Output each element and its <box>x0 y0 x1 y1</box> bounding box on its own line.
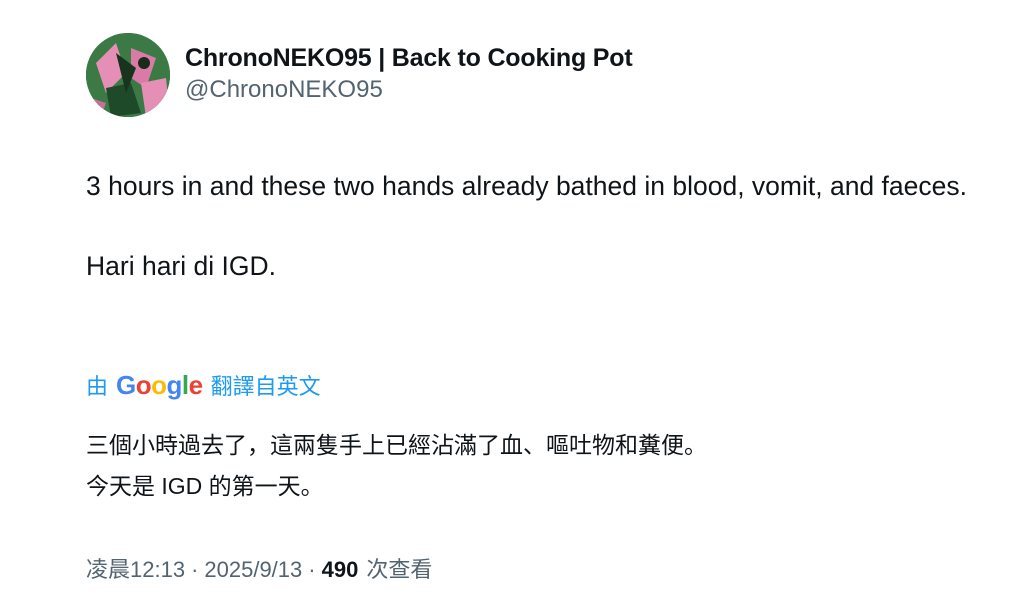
user-handle[interactable]: @ChronoNEKO95 <box>185 74 632 106</box>
tweet-meta: 凌晨12:13 · 2025/9/13 · 490 次查看 <box>86 552 432 588</box>
tweet-header: ChronoNEKO95 | Back to Cooking Pot @Chro… <box>86 33 633 117</box>
translated-line: 今天是 IGD 的第一天。 <box>86 473 324 499</box>
tweet-date[interactable]: 2025/9/13 <box>204 552 302 588</box>
translated-line: 三個小時過去了，這兩隻手上已經沾滿了血、嘔吐物和糞便。 <box>86 432 707 458</box>
views-label: 次查看 <box>366 557 433 582</box>
tweet-time[interactable]: 凌晨12:13 <box>86 552 185 588</box>
translated-by-suffix: 翻譯自英文 <box>210 374 321 399</box>
translated-by-prefix: 由 <box>86 374 109 399</box>
meta-separator: · <box>308 557 316 582</box>
meta-separator: · <box>191 557 199 582</box>
tweet-paragraph: 3 hours in and these two hands already b… <box>86 171 967 201</box>
avatar-image <box>86 33 170 117</box>
translated-text: 三個小時過去了，這兩隻手上已經沾滿了血、嘔吐物和糞便。 今天是 IGD 的第一天… <box>86 425 996 507</box>
display-name[interactable]: ChronoNEKO95 | Back to Cooking Pot <box>185 42 633 74</box>
tweet: ChronoNEKO95 | Back to Cooking Pot @Chro… <box>0 0 1024 607</box>
views-count: 490 <box>321 557 359 582</box>
tweet-text: 3 hours in and these two hands already b… <box>86 166 996 286</box>
author-names: ChronoNEKO95 | Back to Cooking Pot @Chro… <box>185 42 633 106</box>
translated-by-link[interactable]: 由 Google 翻譯自英文 <box>86 369 321 401</box>
tweet-paragraph: Hari hari di IGD. <box>86 251 276 281</box>
google-logo: Google <box>116 369 203 400</box>
avatar[interactable] <box>86 33 170 117</box>
